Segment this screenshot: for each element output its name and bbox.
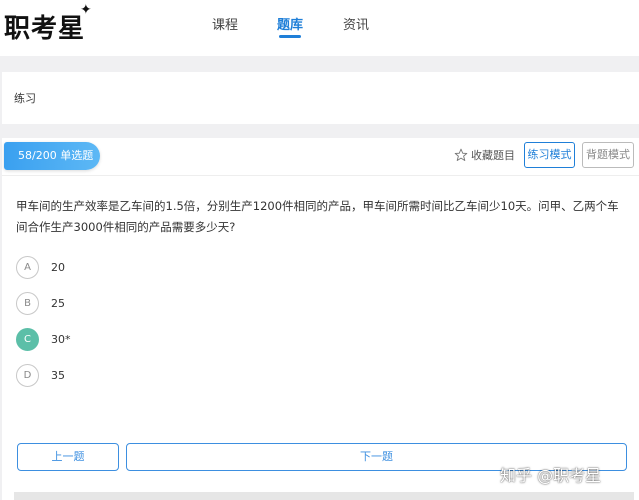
- option-text: 30*: [51, 332, 71, 346]
- top-navbar: 职考星 ✦ 课程 题库 资讯: [0, 0, 639, 56]
- practice-mode-button[interactable]: 练习模式: [524, 142, 575, 168]
- option-a[interactable]: A 20: [16, 255, 65, 279]
- favorite-question-button[interactable]: 收藏题目: [454, 147, 515, 163]
- option-letter-selected: C: [16, 327, 39, 351]
- bottom-scroll-strip: [14, 492, 634, 500]
- header-divider: [2, 175, 639, 176]
- nav-item-question-bank[interactable]: 题库: [277, 14, 303, 33]
- question-text: 甲车间的生产效率是乙车间的1.5倍，分别生产1200件相同的产品，甲车间所需时间…: [16, 199, 619, 234]
- question-progress-badge: 58/200 单选题: [4, 142, 100, 170]
- option-text: 20: [51, 260, 65, 274]
- nav-item-news[interactable]: 资讯: [343, 14, 369, 33]
- option-text: 25: [51, 296, 65, 310]
- breadcrumb-card: 练习: [2, 72, 639, 124]
- logo-text: 职考星: [4, 14, 86, 44]
- option-b[interactable]: B 25: [16, 291, 65, 315]
- previous-question-button[interactable]: 上一题: [17, 443, 119, 471]
- breadcrumb-label: 练习: [14, 92, 36, 105]
- nav-item-courses[interactable]: 课程: [212, 14, 238, 33]
- option-c[interactable]: C 30*: [16, 327, 71, 351]
- favorite-label: 收藏题目: [471, 149, 515, 162]
- recite-mode-button[interactable]: 背题模式: [582, 142, 634, 168]
- option-d[interactable]: D 35: [16, 363, 65, 387]
- option-letter: D: [16, 363, 39, 387]
- option-letter: B: [16, 291, 39, 315]
- watermark-text: 知乎 @职考星: [500, 466, 602, 485]
- star-icon: [454, 148, 468, 162]
- sparkle-icon: ✦: [80, 2, 93, 18]
- question-card: 58/200 单选题 收藏题目 练习模式 背题模式 甲车间的生产效率是乙车间的1…: [2, 138, 639, 500]
- option-letter: A: [16, 255, 39, 279]
- active-nav-indicator: [279, 35, 301, 38]
- site-logo[interactable]: 职考星 ✦: [4, 2, 92, 45]
- option-text: 35: [51, 368, 65, 382]
